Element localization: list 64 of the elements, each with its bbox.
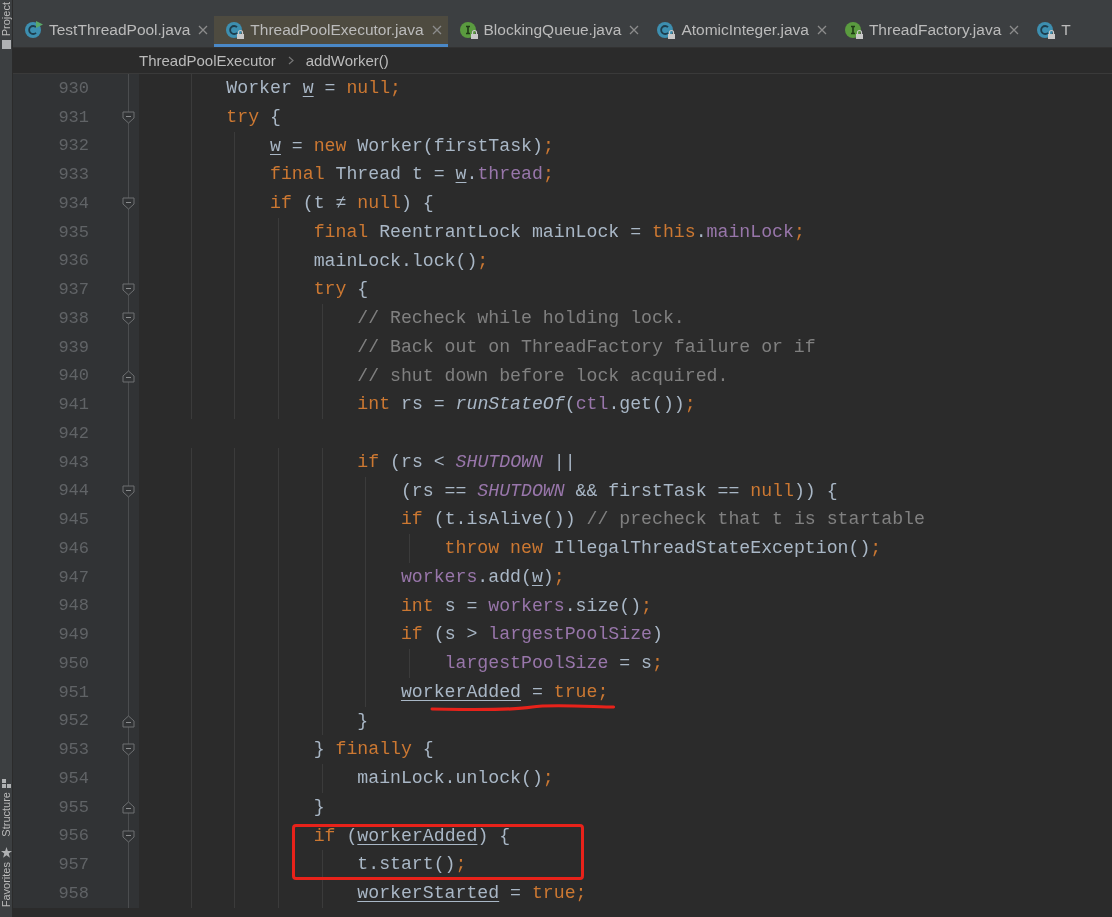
- code-line: workers.add(w);: [399, 566, 565, 587]
- editor-tab[interactable]: AtomicInteger.java: [645, 16, 833, 47]
- tool-window-tab[interactable]: Project: [0, 2, 12, 37]
- code-line: if (rs < SHUTDOWN ||: [356, 451, 576, 472]
- interface-file-icon: [843, 20, 864, 40]
- code-line: w = new Worker(firstTask);: [269, 135, 554, 156]
- code-line: largestPoolSize = s;: [443, 653, 663, 673]
- fold-marker-icon[interactable]: [122, 283, 135, 297]
- code-line: if (workerAdded) {: [312, 825, 511, 846]
- fold-marker-icon[interactable]: [122, 743, 135, 757]
- editor-tab[interactable]: T: [1025, 16, 1077, 47]
- code-line: throw new IllegalThreadStateException();: [443, 538, 882, 558]
- close-icon[interactable]: [1009, 25, 1020, 35]
- editor-tab[interactable]: TestThreadPool.java: [13, 16, 215, 47]
- code-line: Worker w = null;: [225, 78, 401, 98]
- code-line: if (t.isAlive()) // precheck that t is startable: [399, 509, 925, 530]
- fold-marker-icon[interactable]: [122, 312, 135, 325]
- code-line: int rs = runStateOf(ctl.get());: [356, 394, 696, 415]
- code-line: int s = workers.size();: [399, 595, 653, 616]
- code-line: // shut down before lock acquired.: [356, 365, 729, 386]
- chevron-icon: [287, 56, 294, 65]
- code-line: if (t ≠ null) {: [269, 193, 434, 213]
- code-line: // Recheck while holding lock.: [356, 308, 685, 328]
- code-line: // Back out on ThreadFactory failure or if: [356, 336, 816, 357]
- code-line: (rs == SHUTDOWN && firstTask == null)) {: [399, 480, 838, 501]
- code-line: final ReentrantLock mainLock = this.mainLock;: [312, 221, 805, 242]
- square-icon: [1, 40, 11, 50]
- editor-tab[interactable]: ThreadFactory.java: [832, 16, 1026, 47]
- breadcrumb[interactable]: addWorker(): [305, 52, 389, 69]
- blocks-icon: [1, 779, 11, 789]
- code-line: }: [356, 710, 369, 731]
- fold-marker-icon[interactable]: [122, 829, 135, 843]
- code-line: workerAdded = true;: [399, 681, 609, 702]
- star-icon: [0, 846, 12, 858]
- fold-marker-icon[interactable]: [122, 714, 135, 728]
- code-line: try {: [312, 279, 369, 300]
- close-icon[interactable]: [816, 25, 827, 35]
- code-line: t.start();: [356, 854, 467, 875]
- class-file-icon: [1036, 20, 1057, 40]
- code-line: final Thread t = w.thread;: [269, 164, 554, 185]
- code-line: mainLock.unlock();: [356, 768, 554, 788]
- close-icon[interactable]: [431, 25, 442, 35]
- editor-tab[interactable]: ThreadPoolExecutor.java: [214, 16, 448, 47]
- fold-marker-icon[interactable]: [122, 197, 135, 210]
- tool-window-tab[interactable]: Favorites: [0, 861, 12, 907]
- code-line: try {: [225, 106, 281, 127]
- close-icon[interactable]: [198, 25, 209, 35]
- fold-marker-icon[interactable]: [122, 800, 135, 814]
- fold-marker-icon[interactable]: [122, 484, 135, 498]
- breadcrumb[interactable]: ThreadPoolExecutor: [139, 52, 276, 69]
- class-file-icon: [656, 20, 677, 40]
- code-line: }: [312, 796, 325, 817]
- class-file-icon: [24, 20, 44, 40]
- interface-file-icon: [458, 20, 479, 40]
- code-line: mainLock.lock();: [312, 250, 489, 271]
- fold-marker-icon[interactable]: [122, 369, 135, 383]
- code-line: if (s > largestPoolSize): [399, 624, 663, 645]
- class-file-icon: [225, 20, 246, 40]
- fold-marker-icon[interactable]: [122, 110, 135, 124]
- close-icon[interactable]: [629, 25, 640, 35]
- editor-tab[interactable]: BlockingQueue.java: [447, 16, 646, 47]
- code-line: } finally {: [312, 739, 434, 760]
- tool-window-tab[interactable]: Structure: [0, 792, 12, 837]
- code-line: workerStarted = true;: [356, 883, 587, 903]
